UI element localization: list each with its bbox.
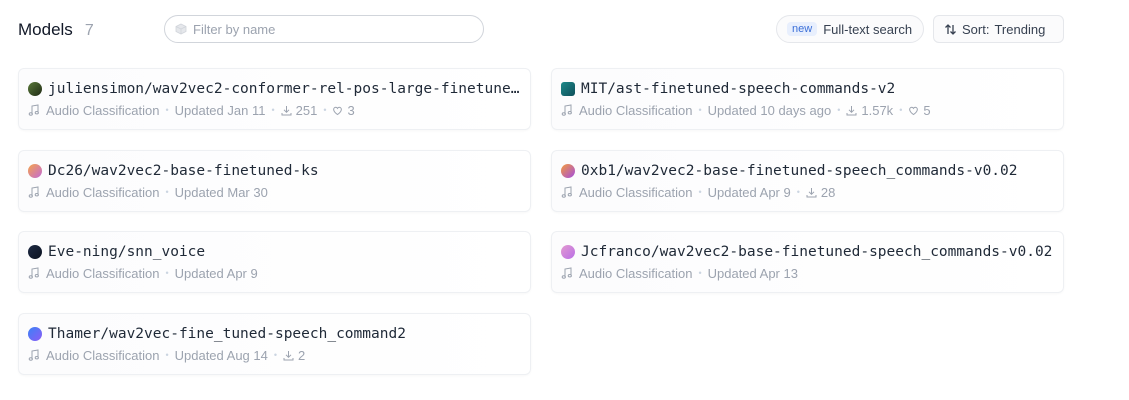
section-title: Models 7: [18, 20, 94, 40]
music-note-icon: [561, 186, 572, 198]
task-label: Audio Classification: [46, 347, 160, 363]
model-name-link[interactable]: Dc26/wav2vec2-base-finetuned-ks: [48, 163, 319, 179]
download-icon: [283, 350, 294, 360]
model-meta: Audio Classification • Updated Apr 13: [561, 264, 1054, 282]
meta-separator: •: [698, 105, 702, 115]
models-count: 7: [84, 22, 94, 39]
task-label: Audio Classification: [579, 184, 693, 200]
model-meta: Audio Classification • Updated Aug 14 • 2: [28, 346, 521, 364]
model-name-row: Thamer/wav2vec-fine_tuned-speech_command…: [28, 324, 521, 344]
model-card[interactable]: Thamer/wav2vec-fine_tuned-speech_command…: [18, 313, 531, 375]
download-count: 1.57k: [861, 102, 894, 118]
meta-separator: •: [323, 105, 327, 115]
model-card[interactable]: Jcfranco/wav2vec2-base-finetuned-speech_…: [551, 231, 1064, 293]
model-name-link[interactable]: Eve-ning/snn_voice: [48, 244, 205, 260]
model-card[interactable]: MIT/ast-finetuned-speech-commands-v2 Audi…: [551, 68, 1064, 130]
model-name-link[interactable]: Thamer/wav2vec-fine_tuned-speech_command…: [48, 326, 406, 342]
updated-date: Updated Apr 13: [707, 265, 798, 281]
meta-separator: •: [899, 105, 903, 115]
meta-separator: •: [273, 350, 278, 360]
sort-value: Trending: [994, 21, 1046, 37]
updated-date: Updated Apr 9: [174, 265, 258, 281]
meta-separator: •: [837, 105, 841, 115]
avatar-org-mit: [561, 82, 575, 96]
heart-icon: [909, 106, 919, 115]
filter-input[interactable]: [193, 21, 453, 37]
updated-date: Updated Mar 30: [174, 184, 268, 200]
download-count: 2: [298, 347, 306, 363]
model-name-row: Jcfranco/wav2vec2-base-finetuned-speech_…: [561, 242, 1054, 262]
model-card[interactable]: 0xb1/wav2vec2-base-finetuned-speech_comm…: [551, 150, 1064, 212]
model-name-row: MIT/ast-finetuned-speech-commands-v2: [561, 79, 1054, 99]
meta-separator: •: [165, 350, 169, 360]
music-note-icon: [28, 104, 39, 116]
model-name-row: juliensimon/wav2vec2-conformer-rel-pos-l…: [28, 79, 521, 99]
model-name-link[interactable]: juliensimon/wav2vec2-conformer-rel-pos-l…: [48, 81, 521, 97]
download-icon: [846, 105, 857, 115]
heart-icon: [333, 106, 343, 115]
model-card[interactable]: Dc26/wav2vec2-base-finetuned-ks Audio Cla…: [18, 150, 531, 212]
task-label: Audio Classification: [46, 265, 160, 281]
model-name-row: Dc26/wav2vec2-base-finetuned-ks: [28, 161, 521, 181]
filter-by-name[interactable]: [164, 15, 484, 43]
like-count: 3: [347, 102, 355, 118]
sort-arrows-icon: [945, 23, 956, 35]
model-name-row: 0xb1/wav2vec2-base-finetuned-speech_comm…: [561, 161, 1054, 181]
model-name-link[interactable]: MIT/ast-finetuned-speech-commands-v2: [581, 81, 895, 97]
full-text-search-label: Full-text search: [823, 21, 913, 37]
music-note-icon: [28, 186, 39, 198]
updated-date: Updated 10 days ago: [707, 102, 832, 118]
model-meta: Audio Classification • Updated Apr 9 • 28: [561, 183, 1054, 201]
task-label: Audio Classification: [46, 184, 160, 200]
music-note-icon: [561, 104, 572, 116]
download-icon: [281, 105, 292, 115]
models-title: Models: [18, 20, 73, 39]
meta-separator: •: [796, 187, 800, 197]
sort-prefix: Sort:: [962, 21, 990, 37]
music-note-icon: [561, 267, 572, 279]
avatar-photo: [28, 82, 42, 96]
model-meta: Audio Classification • Updated Apr 9: [28, 264, 521, 282]
music-note-icon: [28, 267, 39, 279]
task-label: Audio Classification: [579, 102, 693, 118]
meta-separator: •: [271, 105, 275, 115]
model-name-link[interactable]: 0xb1/wav2vec2-base-finetuned-speech_comm…: [581, 163, 1018, 179]
avatar-gradient: [28, 164, 42, 178]
model-name-row: Eve-ning/snn_voice: [28, 242, 521, 262]
filter-cube-icon: [175, 23, 187, 35]
music-note-icon: [28, 349, 39, 361]
updated-date: Updated Apr 9: [707, 184, 791, 200]
like-count: 5: [923, 102, 931, 118]
models-header: Models 7 new Full-text search Sort: Tren…: [18, 14, 1064, 44]
avatar-dark: [28, 245, 42, 259]
meta-separator: •: [165, 268, 169, 278]
full-text-search-button[interactable]: new Full-text search: [776, 15, 924, 43]
model-meta: Audio Classification • Updated Mar 30: [28, 183, 521, 201]
updated-date: Updated Jan 11: [174, 102, 266, 118]
model-card[interactable]: Eve-ning/snn_voice Audio Classification • U…: [18, 231, 531, 293]
avatar-gradient: [561, 164, 575, 178]
sort-button[interactable]: Sort: Trending: [933, 15, 1064, 43]
meta-separator: •: [165, 187, 169, 197]
avatar-gradient: [561, 245, 575, 259]
meta-separator: •: [698, 268, 702, 278]
new-badge: new: [787, 22, 818, 36]
updated-date: Updated Aug 14: [174, 347, 268, 363]
download-icon: [806, 187, 817, 197]
avatar-gradient: [28, 327, 42, 341]
task-label: Audio Classification: [46, 102, 160, 118]
task-label: Audio Classification: [579, 265, 693, 281]
meta-separator: •: [698, 187, 702, 197]
model-card[interactable]: juliensimon/wav2vec2-conformer-rel-pos-l…: [18, 68, 531, 130]
meta-separator: •: [165, 105, 169, 115]
model-meta: Audio Classification • Updated 10 days ago…: [561, 101, 1054, 119]
download-count: 251: [295, 102, 318, 118]
model-meta: Audio Classification • Updated Jan 11 • 251 •…: [28, 101, 521, 119]
model-name-link[interactable]: Jcfranco/wav2vec2-base-finetuned-speech_…: [581, 244, 1052, 260]
download-count: 28: [820, 184, 836, 200]
